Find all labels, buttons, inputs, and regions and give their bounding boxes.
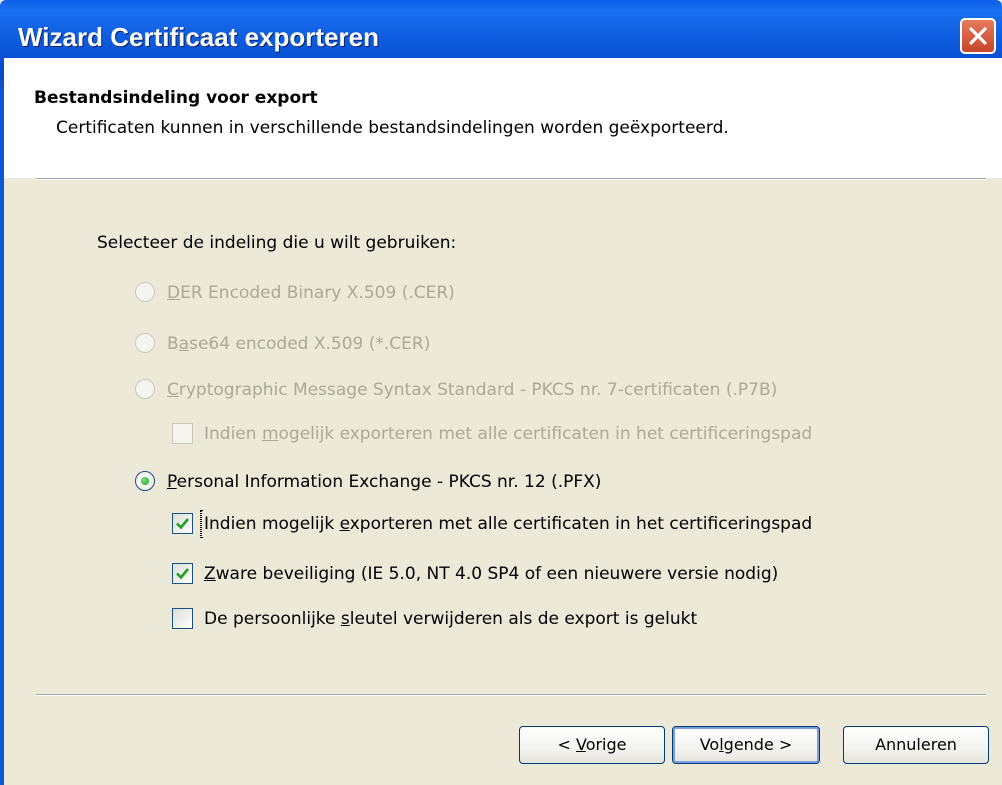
close-button[interactable] [960,18,996,54]
radio-der-label: DER Encoded Binary X.509 (.CER) [167,283,455,303]
wizard-header: Bestandsindeling voor export Certificate… [4,58,1002,178]
radio-pfx-button[interactable] [135,471,155,491]
radio-base64-button[interactable] [135,333,155,353]
header-title: Bestandsindeling voor export [34,88,318,108]
radio-der-button[interactable] [135,282,155,302]
header-subtitle: Certificaten kunnen in verschillende bes… [56,118,729,138]
checkbox-strong-protection-label: Zware beveiliging (IE 5.0, NT 4.0 SP4 of… [204,564,779,584]
cancel-button[interactable]: Annuleren [843,726,989,764]
radio-base64-label: Base64 encoded X.509 (*.CER) [167,334,431,354]
format-prompt: Selecteer de indeling die u wilt gebruik… [97,233,457,253]
focus-indicator [200,510,202,538]
radio-pfx-label: Personal Information Exchange - PKCS nr.… [167,472,602,492]
checkbox-pkcs7-include-all-box[interactable] [172,423,193,444]
footer-divider [36,694,986,696]
radio-pkcs7-button[interactable] [135,379,155,399]
checkbox-pfx-include-all-label: Indien mogelijk exporteren met alle cert… [204,514,813,534]
radio-selected-dot [141,477,149,485]
checkbox-pkcs7-include-all-label: Indien mogelijk exporteren met alle cert… [204,424,813,444]
header-divider [36,178,986,180]
checkbox-pfx-include-all-box[interactable] [172,513,193,534]
close-icon [969,27,987,45]
back-button[interactable]: < Vorige [519,726,665,764]
next-button[interactable]: Volgende > [672,726,820,764]
window-frame [0,88,4,785]
checkbox-delete-private-key-box[interactable] [172,608,193,629]
radio-pkcs7-label: Cryptographic Message Syntax Standard - … [167,380,778,400]
checkmark-icon [176,518,190,530]
window-title: Wizard Certificaat exporteren [18,22,379,52]
checkbox-strong-protection-box[interactable] [172,563,193,584]
checkbox-delete-private-key-label: De persoonlijke sleutel verwijderen als … [204,609,698,629]
checkmark-icon [176,568,190,580]
